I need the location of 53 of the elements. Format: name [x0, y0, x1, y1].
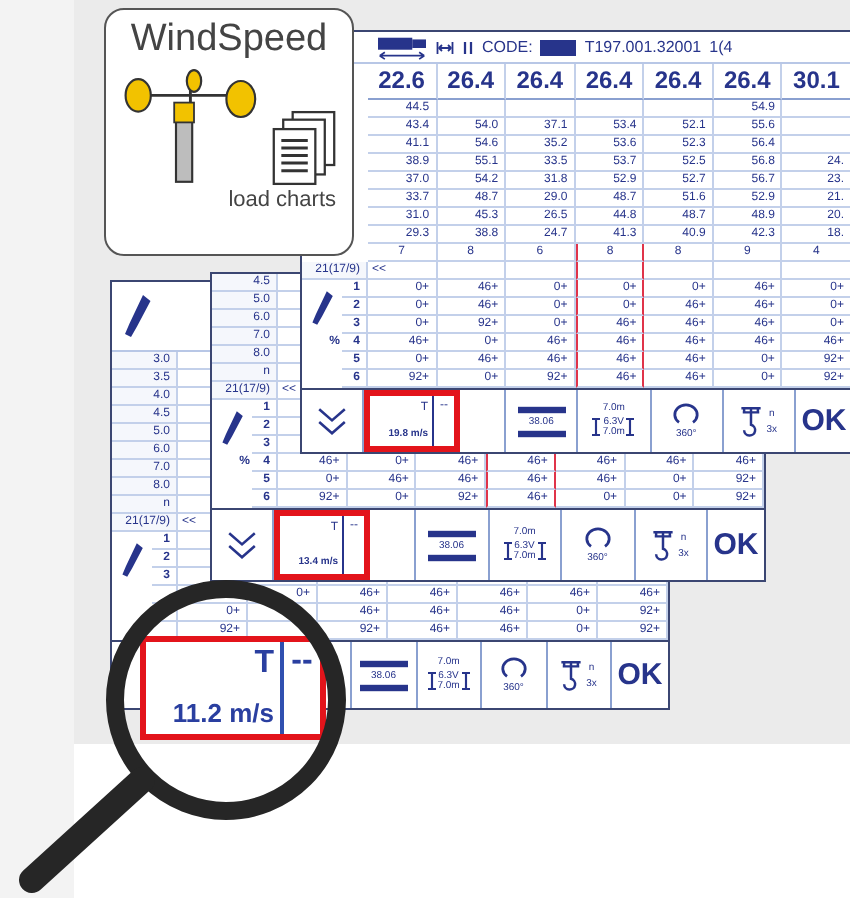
code-highlight — [540, 39, 577, 55]
hook-icon — [560, 659, 583, 691]
boom-icon — [310, 287, 334, 327]
hook-icon — [652, 529, 675, 561]
wind-label: T — [254, 646, 274, 682]
arc-icon — [499, 656, 528, 680]
hook-icon — [740, 405, 763, 437]
arc-icon — [583, 526, 612, 550]
code-label: CODE: — [482, 38, 533, 56]
double-chevron-icon — [316, 405, 348, 437]
table-cell — [437, 100, 507, 118]
badge-title: WindSpeed — [130, 18, 328, 62]
page-indicator: 1(4 — [709, 38, 733, 56]
chart-id: T197.001.32001 — [584, 38, 702, 56]
post-icon — [461, 670, 470, 692]
bar-icon — [517, 405, 566, 413]
post-icon — [503, 540, 512, 562]
boom-length-cell: 26.4 — [437, 64, 507, 100]
post-icon — [626, 416, 635, 438]
bar-icon — [359, 683, 408, 691]
double-chevron-icon — [226, 529, 258, 561]
telescopic-boom-icon — [376, 35, 428, 59]
post-icon — [427, 670, 436, 692]
boom-icon — [122, 292, 152, 340]
bar-icon — [427, 553, 476, 561]
badge-caption: load charts — [228, 188, 336, 212]
bar-icon — [517, 429, 566, 437]
boom-length-cell: 26.4 — [713, 64, 783, 100]
boom-length-cell: 22.6 — [368, 64, 438, 100]
table-cell — [644, 100, 714, 118]
post-icon — [537, 540, 546, 562]
post-icon — [592, 416, 601, 438]
double-bar-icon — [462, 39, 474, 55]
boom-icon — [120, 539, 144, 579]
table-cell — [506, 100, 576, 118]
dash-text: -- — [291, 642, 313, 682]
table-cell — [575, 100, 645, 118]
document-stack-icon — [269, 110, 337, 186]
boom-length-cell: 26.4 — [575, 64, 645, 100]
boom-length-cell: 26.4 — [644, 64, 714, 100]
boom-icon — [220, 407, 244, 447]
arc-icon — [672, 402, 701, 426]
table-cell — [575, 262, 645, 280]
width-arrow-icon — [436, 39, 454, 55]
table-cell — [248, 604, 318, 622]
table-cell — [644, 262, 714, 280]
bar-icon — [427, 529, 476, 537]
boom-length-cell: 30.1 — [782, 64, 850, 100]
wind-speed: 11.2 m/s — [172, 698, 274, 730]
boom-length-cell: 26.4 — [506, 64, 576, 100]
table-cell — [713, 262, 783, 280]
bar-icon — [359, 659, 408, 667]
table-cell — [506, 262, 576, 280]
